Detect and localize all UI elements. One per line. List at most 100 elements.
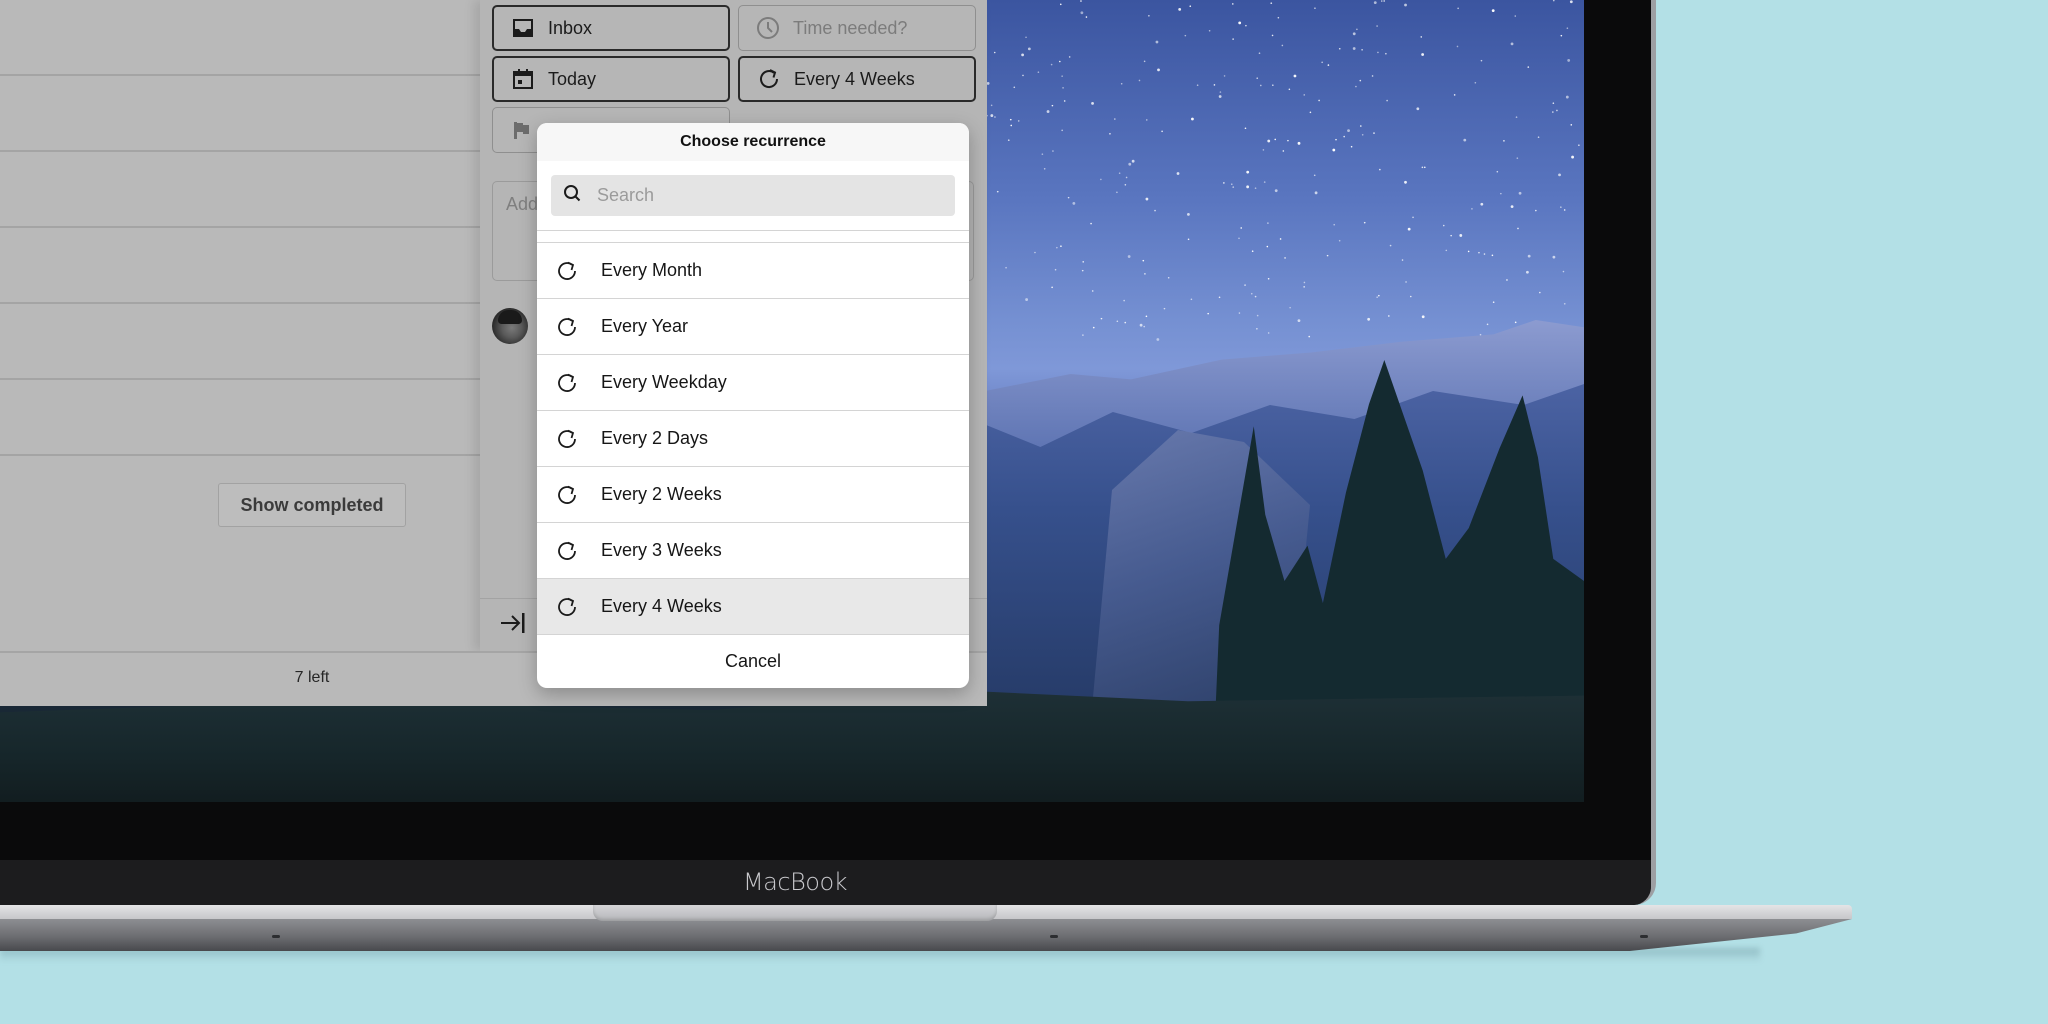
star [1314,191,1318,195]
star [1496,170,1499,173]
assignee-avatar[interactable] [492,308,528,344]
popover-title: Choose recurrence [537,123,969,161]
recurrence-option[interactable]: Every 2 Days [537,411,969,467]
star [1081,269,1084,272]
recurrence-option[interactable]: Every Weekday [537,355,969,411]
star [1118,172,1121,174]
cancel-button[interactable]: Cancel [537,635,969,687]
star [1246,185,1250,189]
star [1043,167,1046,170]
star [1279,238,1282,240]
recurrence-option[interactable]: Every Year [537,299,969,355]
collapse-arrow-icon [499,611,527,640]
recurrence-option-label: Every 2 Weeks [601,484,722,504]
star [1207,312,1209,315]
star [1232,38,1234,40]
star [1124,321,1127,324]
star [1061,75,1063,77]
star [1287,139,1289,142]
collapse-detail-button[interactable] [498,610,528,640]
recurrence-popover: Choose recurrence Every MonthEvery YearE… [537,123,969,688]
star [1167,276,1170,279]
repeat-icon [555,595,579,619]
star [1510,205,1514,209]
star [1570,124,1573,126]
star [1025,36,1027,39]
show-completed-button[interactable]: Show completed [218,483,406,527]
star [1318,99,1320,102]
star [1082,261,1085,263]
recurrence-option[interactable]: Every 3 Weeks [537,523,969,579]
star [1378,294,1380,297]
task-row[interactable] [0,304,480,380]
star [1050,63,1053,66]
recurrence-button[interactable]: Every 4 Weeks [738,56,976,102]
recurrence-option[interactable]: Every 4 Weeks [537,579,969,635]
star [1409,295,1412,298]
task-row[interactable] [0,152,480,228]
time-needed-button[interactable]: Time needed? [738,5,976,51]
due-date-button[interactable]: Today [492,56,730,102]
star [1157,68,1160,72]
star [1120,82,1123,85]
star [1404,3,1407,7]
star [1571,155,1574,159]
star [1347,129,1350,133]
star [1190,298,1193,301]
repeat-icon [555,539,579,563]
recurrence-option[interactable]: Every 2 Weeks [537,467,969,523]
recurrence-option-label: Every 4 Weeks [601,596,722,616]
star [990,104,993,107]
star [1297,319,1301,323]
star [1100,178,1102,181]
star [1041,153,1044,155]
star [1238,237,1240,240]
star [1359,79,1362,82]
star [1145,197,1149,201]
task-row[interactable] [0,380,480,456]
star [1063,100,1066,102]
star [1251,250,1254,253]
star [1326,254,1329,257]
star [1090,222,1092,225]
star [1091,101,1094,105]
star [1267,222,1269,224]
search-input[interactable] [597,185,927,206]
star [1389,244,1392,247]
star [1143,60,1146,63]
star [1082,334,1084,336]
star [1282,150,1285,152]
star [1445,249,1448,252]
task-row[interactable] [0,0,480,76]
star [1480,202,1484,206]
star [1308,335,1311,338]
star [1407,227,1411,231]
star [1492,301,1495,304]
star [1527,66,1530,68]
star [1184,34,1187,37]
recurrence-option[interactable]: Every Month [537,243,969,299]
star [1072,201,1076,205]
repeat-icon [555,259,579,283]
star [1457,7,1459,10]
star [1219,91,1222,93]
star [1218,296,1221,299]
repeat-icon [555,315,579,339]
star [1423,166,1426,169]
task-row[interactable] [0,76,480,152]
star [1010,124,1013,127]
task-row[interactable] [0,228,480,304]
star [1480,59,1483,62]
star [1355,85,1357,88]
star [1263,181,1266,183]
star [1303,94,1306,96]
star [1516,157,1519,159]
star [1178,7,1182,11]
star [1514,321,1517,324]
search-box[interactable] [551,175,955,216]
star [1262,149,1265,151]
list-chip-button[interactable]: Inbox [492,5,730,51]
star [1155,40,1159,44]
star [994,116,996,118]
star [1377,51,1379,54]
